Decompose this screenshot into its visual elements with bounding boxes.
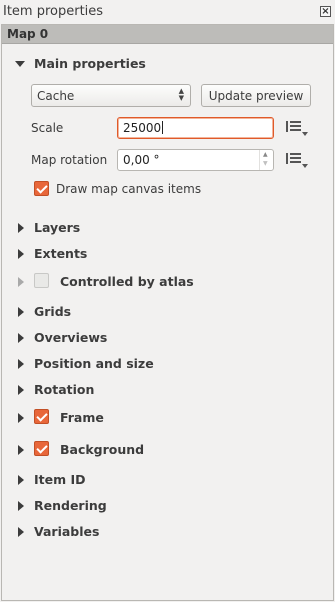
section-variables[interactable]: Variables xyxy=(0,523,320,541)
section-label: Overviews xyxy=(34,330,108,345)
section-grids[interactable]: Grids xyxy=(0,303,320,321)
triangle-right-icon[interactable] xyxy=(18,359,24,369)
section-overviews[interactable]: Overviews xyxy=(0,329,320,347)
close-icon[interactable]: × xyxy=(320,6,331,17)
frame-checkbox[interactable] xyxy=(34,409,49,424)
triangle-right-icon[interactable] xyxy=(18,385,24,395)
triangle-right-icon[interactable] xyxy=(18,333,24,343)
triangle-down-icon[interactable] xyxy=(15,61,25,67)
section-frame[interactable]: Frame xyxy=(0,409,320,427)
draw-canvas-items-label: Draw map canvas items xyxy=(56,182,202,196)
spin-up-icon[interactable]: ▲ xyxy=(263,152,268,158)
section-label: Main properties xyxy=(34,56,146,71)
section-label: Rendering xyxy=(34,498,107,513)
triangle-right-icon[interactable] xyxy=(18,223,24,233)
item-name-bar: Map 0 xyxy=(2,25,333,44)
triangle-right-icon[interactable] xyxy=(18,277,24,287)
triangle-right-icon[interactable] xyxy=(18,475,24,485)
triangle-right-icon[interactable] xyxy=(18,307,24,317)
spin-down-icon[interactable]: ▼ xyxy=(263,161,268,167)
scale-label: Scale xyxy=(31,121,64,135)
section-label: Rotation xyxy=(34,382,95,397)
spin-buttons[interactable]: ▲ ▼ xyxy=(259,150,273,170)
scale-input[interactable]: 25000 xyxy=(117,117,274,139)
section-label: Background xyxy=(60,442,145,457)
section-rendering[interactable]: Rendering xyxy=(0,497,320,515)
section-background[interactable]: Background xyxy=(0,441,320,459)
section-label: Layers xyxy=(34,220,81,235)
section-rotation[interactable]: Rotation xyxy=(0,381,320,399)
section-layers[interactable]: Layers xyxy=(0,219,320,237)
updown-arrows-icon: ▲ ▼ xyxy=(178,87,184,102)
panel-titlebar: Item properties × xyxy=(0,0,335,24)
map-rotation-label: Map rotation xyxy=(31,153,108,167)
item-properties-panel: Item properties × Map 0 Main properties … xyxy=(0,0,335,602)
section-label: Position and size xyxy=(34,356,154,371)
triangle-right-icon[interactable] xyxy=(18,413,24,423)
section-label: Controlled by atlas xyxy=(60,274,194,289)
map-rotation-value: 0,00 ° xyxy=(123,153,160,167)
section-label: Frame xyxy=(60,410,104,425)
panel-title: Item properties xyxy=(3,4,104,19)
update-preview-label: Update preview xyxy=(208,89,304,103)
background-checkbox[interactable] xyxy=(34,441,49,456)
triangle-right-icon[interactable] xyxy=(18,445,24,455)
section-label: Extents xyxy=(34,246,88,261)
section-label: Item ID xyxy=(34,472,86,487)
controlled-by-atlas-checkbox[interactable] xyxy=(34,273,49,288)
section-item-id[interactable]: Item ID xyxy=(0,471,320,489)
triangle-right-icon[interactable] xyxy=(18,249,24,259)
preview-mode-combo[interactable]: Cache ▲ ▼ xyxy=(31,84,191,107)
section-controlled-by-atlas[interactable]: Controlled by atlas xyxy=(0,273,320,291)
section-label: Grids xyxy=(34,304,72,319)
section-main-properties[interactable]: Main properties xyxy=(0,55,320,73)
data-defined-override-icon[interactable] xyxy=(286,119,308,137)
data-defined-override-icon[interactable] xyxy=(286,151,308,169)
scale-value: 25000 xyxy=(123,121,164,135)
update-preview-button[interactable]: Update preview xyxy=(201,84,311,107)
preview-mode-value: Cache xyxy=(37,89,75,103)
section-extents[interactable]: Extents xyxy=(0,245,320,263)
draw-canvas-items-checkbox[interactable] xyxy=(34,181,49,196)
section-label: Variables xyxy=(34,524,100,539)
section-position-and-size[interactable]: Position and size xyxy=(0,355,320,373)
map-rotation-spinbox[interactable]: 0,00 ° ▲ ▼ xyxy=(117,149,274,171)
triangle-right-icon[interactable] xyxy=(18,527,24,537)
triangle-right-icon[interactable] xyxy=(18,501,24,511)
item-name: Map 0 xyxy=(7,27,49,41)
